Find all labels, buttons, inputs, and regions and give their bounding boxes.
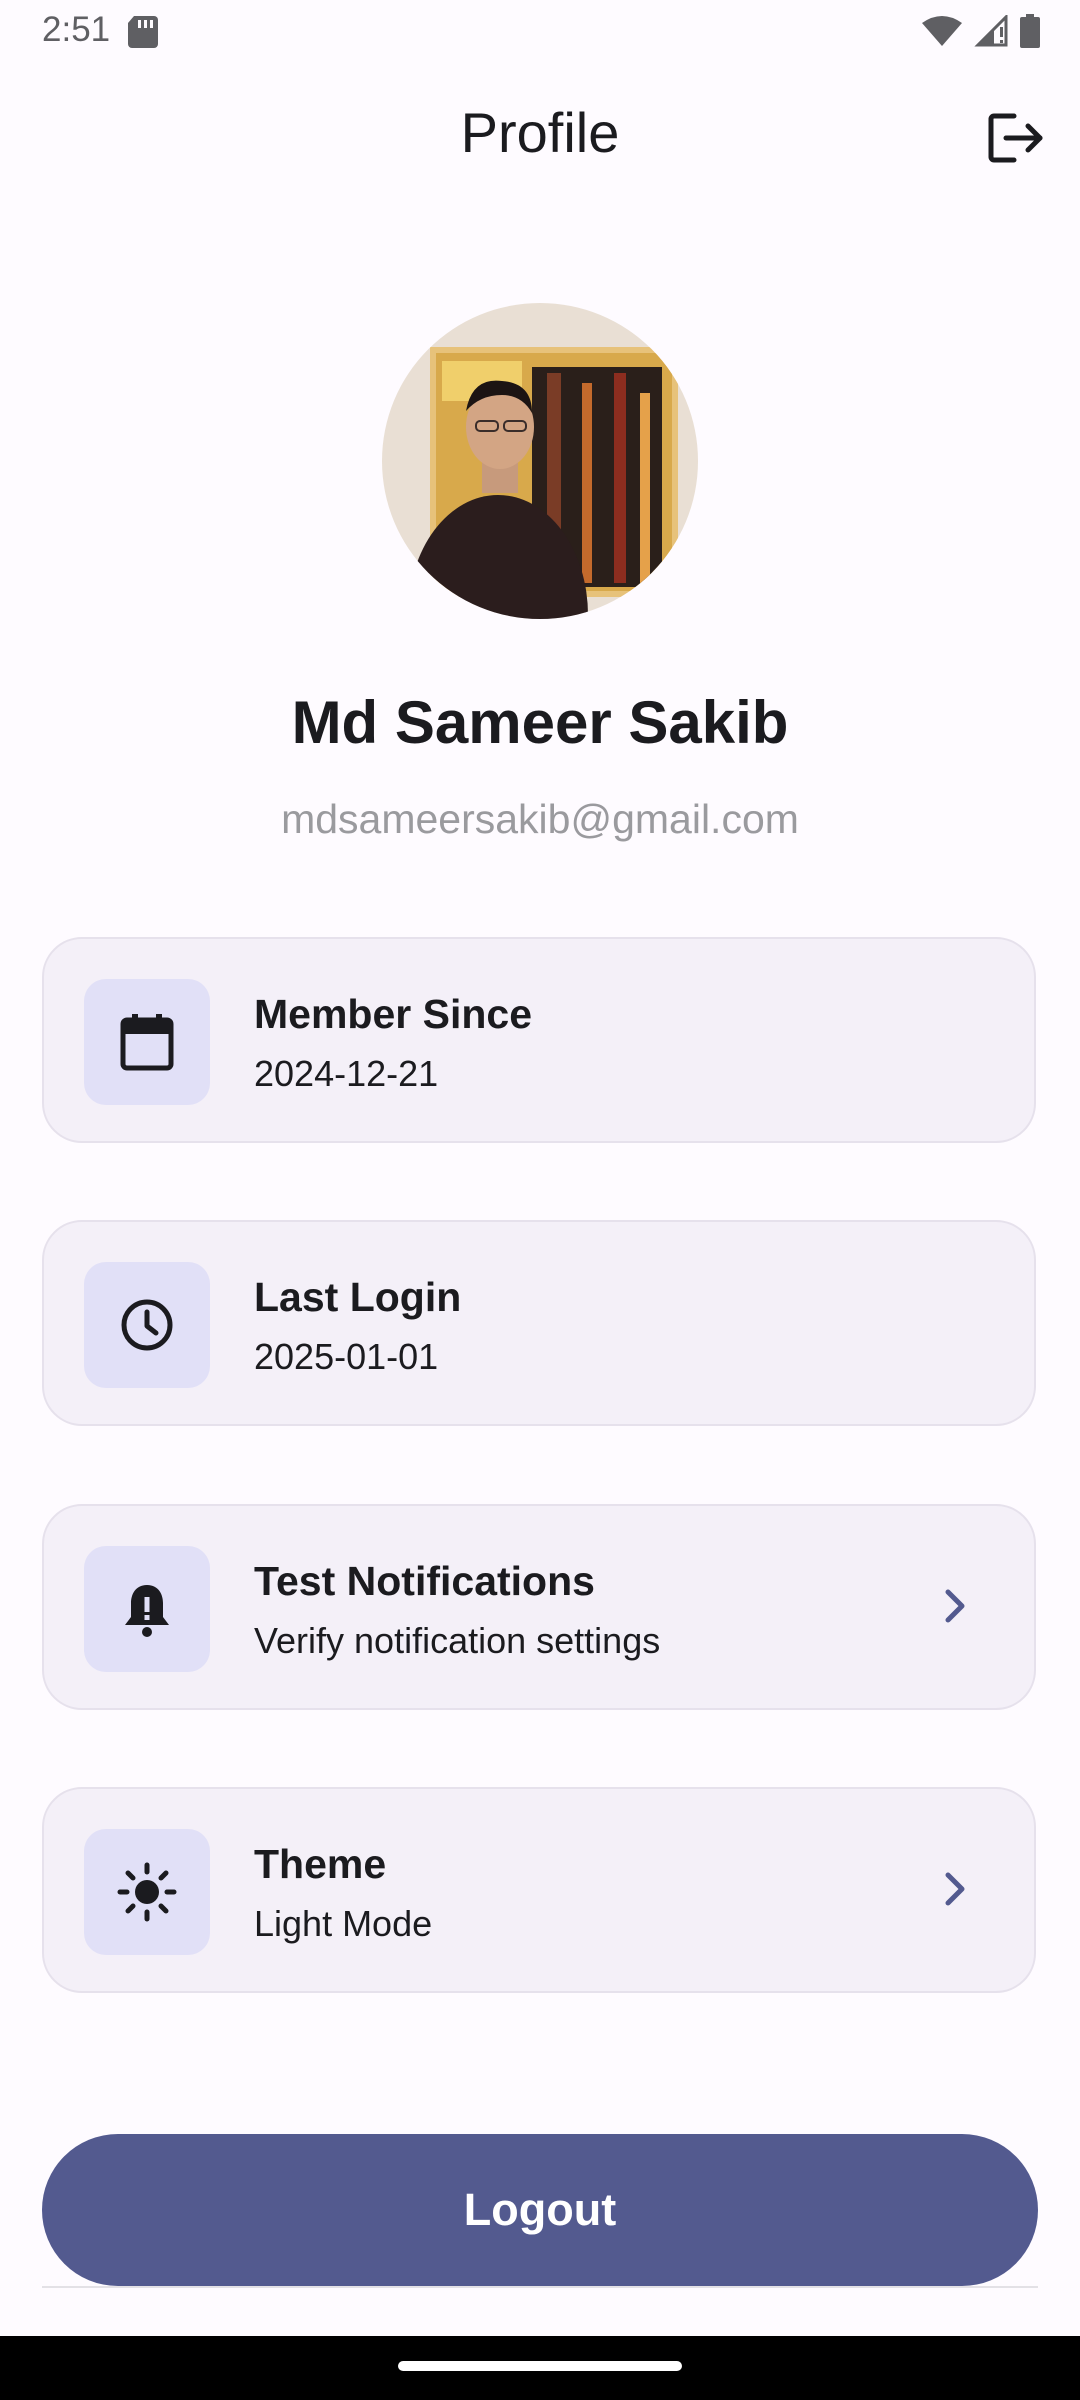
- chevron-right-icon: [924, 1859, 984, 1919]
- cellular-signal-icon: [974, 15, 1008, 47]
- card-icon-box: [84, 979, 210, 1105]
- logout-icon-button[interactable]: [980, 102, 1052, 174]
- last-login-card: Last Login 2025-01-01: [42, 1220, 1036, 1426]
- battery-icon: [1020, 14, 1040, 48]
- card-title: Theme: [254, 1841, 387, 1887]
- test-notifications-card[interactable]: Test Notifications Verify notification s…: [42, 1504, 1036, 1710]
- card-icon-box: [84, 1546, 210, 1672]
- profile-name: Md Sameer Sakib: [291, 689, 789, 756]
- logout-button[interactable]: Logout: [42, 2134, 1038, 2286]
- card-subtitle: Light Mode: [254, 1903, 433, 1944]
- card-icon-box: [84, 1829, 210, 1955]
- clock-icon: [121, 1299, 173, 1351]
- calendar-icon: [120, 1014, 174, 1071]
- bell-icon: [125, 1585, 169, 1637]
- page-title: Profile: [460, 101, 620, 164]
- card-title: Member Since: [254, 991, 532, 1037]
- member-since-card: Member Since 2024-12-21: [42, 937, 1036, 1143]
- wifi-icon: [922, 16, 962, 46]
- app-bar: Profile: [0, 62, 1080, 212]
- card-title: Test Notifications: [254, 1558, 595, 1604]
- card-subtitle: Verify notification settings: [254, 1620, 661, 1661]
- card-subtitle: 2024-12-21: [254, 1053, 439, 1094]
- theme-card[interactable]: Theme Light Mode: [42, 1787, 1036, 1993]
- card-subtitle: 2025-01-01: [254, 1336, 439, 1377]
- avatar[interactable]: [382, 303, 698, 619]
- profile-email: mdsameersakib@gmail.com: [281, 796, 799, 842]
- sun-icon: [117, 1862, 177, 1922]
- divider: [42, 2286, 1038, 2288]
- sd-card-icon: [128, 16, 158, 48]
- status-bar: 2:51: [0, 0, 1080, 62]
- logout-icon: [988, 113, 1043, 163]
- chevron-right-icon: [924, 1576, 984, 1636]
- status-icons: [922, 14, 1040, 48]
- home-indicator[interactable]: [398, 2361, 682, 2371]
- card-icon-box: [84, 1262, 210, 1388]
- profile-screen: 2:51 Profile Md Sameer Sakib mdsameersak…: [0, 0, 1080, 2400]
- avatar-photo: [382, 303, 698, 619]
- card-title: Last Login: [254, 1274, 462, 1320]
- status-time: 2:51: [42, 10, 111, 49]
